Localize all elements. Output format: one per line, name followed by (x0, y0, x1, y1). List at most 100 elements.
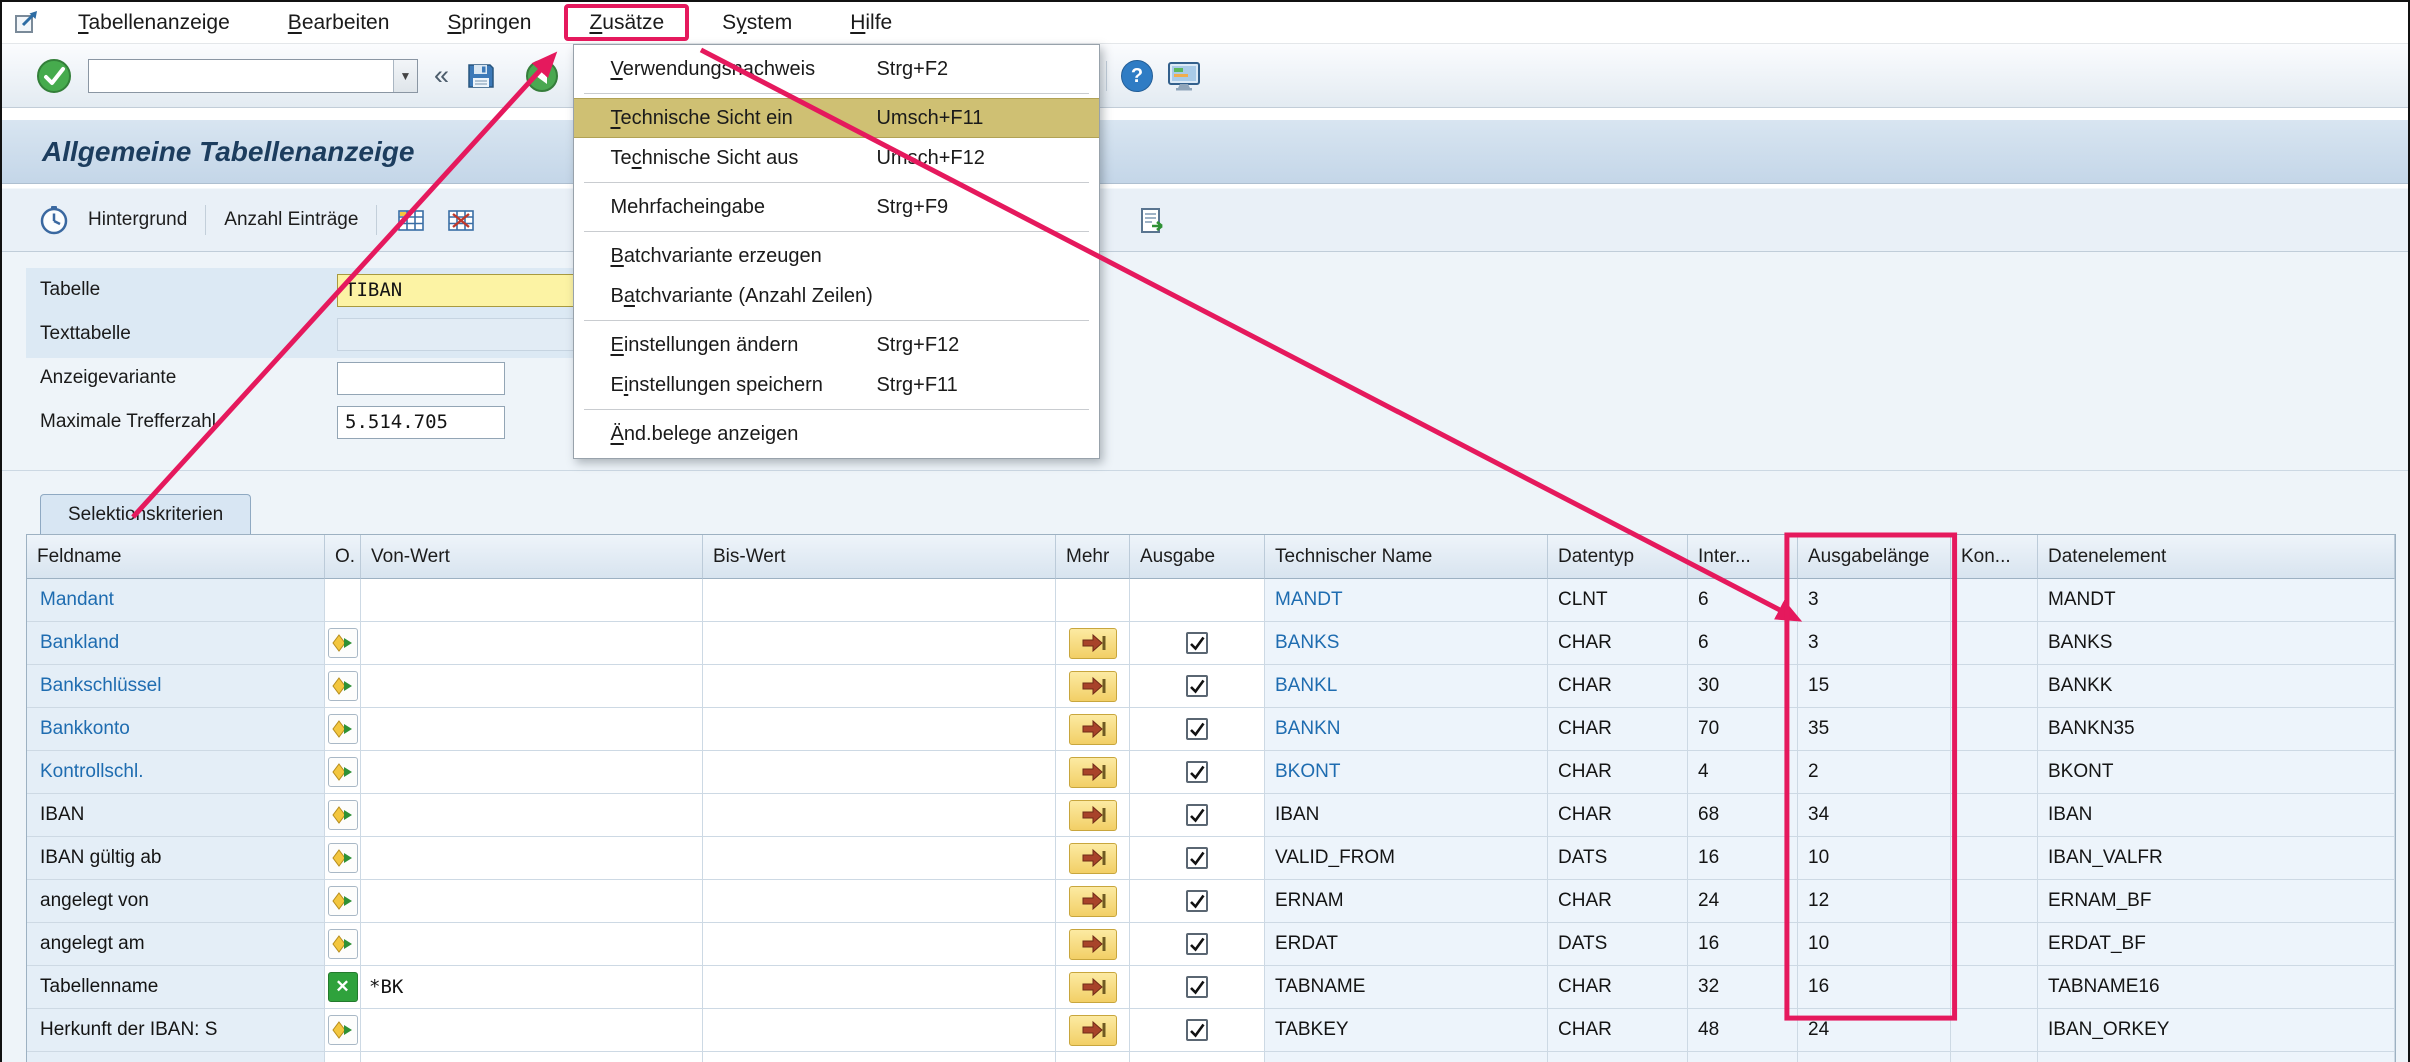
cell-von-wert[interactable] (361, 1052, 703, 1062)
cell-bis-wert[interactable] (703, 923, 1056, 966)
multiple-selection-button[interactable] (1069, 972, 1117, 1003)
multiple-selection-icon[interactable] (328, 671, 358, 701)
cell-von-wert[interactable] (361, 622, 703, 665)
cell-feldname[interactable]: Bankland (27, 622, 325, 665)
cell-von-wert[interactable] (361, 665, 703, 708)
clock-icon[interactable] (38, 204, 70, 236)
menu-item[interactable]: Einstellungen speichern Strg+F11 (574, 365, 1099, 405)
cell-von-wert[interactable] (361, 923, 703, 966)
multiple-selection-icon[interactable] (328, 757, 358, 787)
output-checkbox[interactable] (1186, 890, 1208, 912)
cell-von-wert[interactable] (361, 751, 703, 794)
cell-bis-wert[interactable] (703, 751, 1056, 794)
multiple-selection-icon[interactable] (328, 886, 358, 916)
cell-bis-wert[interactable] (703, 794, 1056, 837)
output-checkbox[interactable] (1186, 847, 1208, 869)
output-checkbox[interactable] (1186, 1019, 1208, 1041)
multiple-selection-button[interactable] (1069, 671, 1117, 702)
multiple-selection-button[interactable] (1069, 757, 1117, 788)
cell-bis-wert[interactable] (703, 708, 1056, 751)
multiple-selection-icon[interactable] (328, 929, 358, 959)
multiple-selection-button[interactable] (1069, 714, 1117, 745)
menu-hilfe[interactable]: Hilfe (828, 2, 914, 43)
cell-feldname[interactable]: Bankschlüssel (27, 665, 325, 708)
command-field[interactable]: ▼ (88, 59, 418, 93)
multiple-selection-icon[interactable] (328, 800, 358, 830)
cell-bis-wert[interactable] (703, 966, 1056, 1009)
cell-von-wert[interactable] (361, 837, 703, 880)
cell-feldname[interactable]: Tabellenname (27, 966, 325, 1009)
cell-feldname[interactable]: angelegt von (27, 880, 325, 923)
output-checkbox[interactable] (1186, 718, 1208, 740)
menu-item[interactable]: Verwendungsnachweis Strg+F2 (574, 49, 1099, 89)
help-icon[interactable]: ? (1121, 60, 1153, 92)
new-session-icon[interactable] (1167, 60, 1201, 92)
collapse-command-field-icon[interactable]: « (434, 62, 449, 89)
tab-selektionskriterien[interactable]: Selektionskriterien (40, 494, 251, 534)
output-checkbox[interactable] (1186, 632, 1208, 654)
menu-item[interactable]: Batchvariante (Anzahl Zeilen) (574, 276, 1099, 316)
menu-tabellenanzeige[interactable]: Tabellenanzeige (56, 2, 252, 43)
max-trefferzahl-input[interactable]: 5.514.705 (337, 406, 505, 439)
cell-feldname[interactable]: Mandant (27, 579, 325, 622)
cell-feldname[interactable] (27, 1052, 325, 1062)
menu-item[interactable]: Technische Sicht ein Umsch+F11 (574, 98, 1099, 138)
menu-item[interactable]: Änd.belege anzeigen (574, 414, 1099, 454)
cell-bis-wert[interactable] (703, 579, 1056, 622)
output-checkbox[interactable] (1186, 761, 1208, 783)
screen-icon[interactable] (14, 2, 40, 43)
multiple-selection-button[interactable] (1069, 886, 1117, 917)
anzahl-eintraege-button[interactable]: Anzahl Einträge (224, 209, 358, 231)
cell-bis-wert[interactable] (703, 880, 1056, 923)
cell-bis-wert[interactable] (703, 1009, 1056, 1052)
cell-von-wert[interactable] (361, 579, 703, 622)
menu-zusaetze[interactable]: Zusätze Verwendungsnachweis Strg+F2 Tech… (567, 2, 686, 43)
cell-feldname[interactable]: angelegt am (27, 923, 325, 966)
cell-feldname[interactable]: Bankkonto (27, 708, 325, 751)
cell-bis-wert[interactable] (703, 622, 1056, 665)
menu-system[interactable]: System (700, 2, 814, 43)
anzeigevariante-input[interactable] (337, 362, 505, 395)
command-field-dropdown-button[interactable]: ▼ (393, 60, 417, 92)
output-checkbox[interactable] (1186, 675, 1208, 697)
output-checkbox[interactable] (1186, 976, 1208, 998)
cell-bis-wert[interactable] (703, 1052, 1056, 1062)
selection-active-icon[interactable]: ✕ (328, 972, 358, 1002)
menu-item[interactable]: Einstellungen ändern Strg+F12 (574, 325, 1099, 365)
output-checkbox[interactable] (1186, 933, 1208, 955)
cell-von-wert[interactable] (361, 708, 703, 751)
cell-feldname[interactable]: Kontrollschl. (27, 751, 325, 794)
cell-feldname[interactable]: IBAN gültig ab (27, 837, 325, 880)
choose-fields-icon[interactable] (1137, 205, 1169, 237)
multiple-selection-button[interactable] (1069, 628, 1117, 659)
enter-icon[interactable] (36, 58, 72, 94)
menu-springen[interactable]: Springen (425, 2, 553, 43)
hintergrund-button[interactable]: Hintergrund (88, 209, 187, 231)
cell-feldname[interactable]: Herkunft der IBAN: S (27, 1009, 325, 1052)
cell-feldname[interactable]: IBAN (27, 794, 325, 837)
multiple-selection-icon[interactable] (328, 628, 358, 658)
output-checkbox[interactable] (1186, 804, 1208, 826)
tabelle-input[interactable]: TIBAN (337, 274, 582, 307)
menu-item[interactable]: Technische Sicht aus Umsch+F12 (574, 138, 1099, 178)
menu-bearbeiten[interactable]: Bearbeiten (266, 2, 412, 43)
multiple-selection-icon[interactable] (328, 843, 358, 873)
select-all-icon[interactable] (395, 204, 427, 236)
cell-bis-wert[interactable] (703, 837, 1056, 880)
cell-von-wert[interactable] (361, 794, 703, 837)
deselect-all-icon[interactable] (445, 204, 477, 236)
cell-von-wert[interactable] (361, 1009, 703, 1052)
multiple-selection-icon[interactable] (328, 714, 358, 744)
save-icon[interactable] (465, 60, 497, 92)
cell-von-wert[interactable]: *BK (361, 966, 703, 1009)
cell-von-wert[interactable] (361, 880, 703, 923)
cell-bis-wert[interactable] (703, 665, 1056, 708)
multiple-selection-button[interactable] (1069, 1015, 1117, 1046)
menu-item[interactable]: Mehrfacheingabe Strg+F9 (574, 187, 1099, 227)
multiple-selection-icon[interactable] (328, 1015, 358, 1045)
menu-item[interactable]: Batchvariante erzeugen (574, 236, 1099, 276)
multiple-selection-button[interactable] (1069, 800, 1117, 831)
back-icon[interactable] (525, 59, 559, 93)
multiple-selection-button[interactable] (1069, 843, 1117, 874)
multiple-selection-button[interactable] (1069, 929, 1117, 960)
